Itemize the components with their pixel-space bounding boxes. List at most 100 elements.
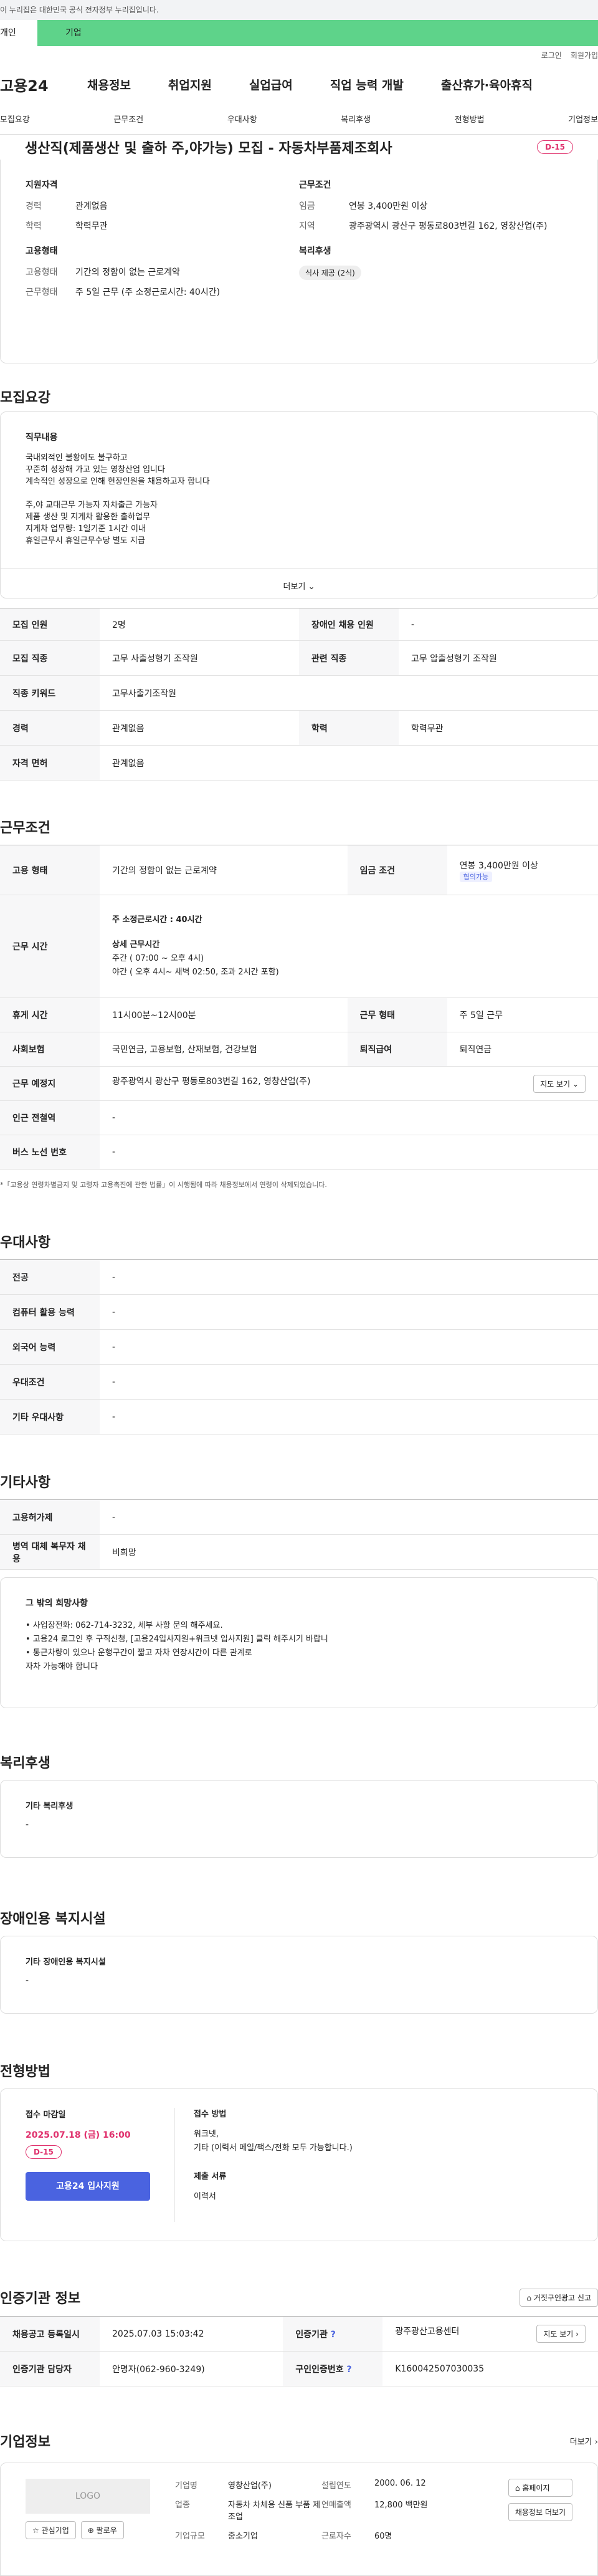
section-title-etc: 기타사항	[0, 1475, 50, 1491]
menu-unemployment[interactable]: 실업급여	[249, 76, 293, 93]
map-label: 지도 보기	[540, 1079, 571, 1089]
process-card: 접수 마감일 2025.07.18 (금) 16:00 D-15 고용24 입사…	[0, 2088, 598, 2241]
table-key: 퇴직급여	[347, 1032, 447, 1067]
subnav-recruit[interactable]: 모집요강	[0, 113, 30, 125]
table-key: 모집 직종	[0, 640, 100, 676]
star-icon: ☆	[32, 2526, 39, 2535]
table-key: 컴퓨터 활용 능력	[0, 1294, 100, 1330]
section-title-disability: 장애인용 복지시설	[0, 1911, 106, 1927]
docs-key: 제출 서류	[194, 2172, 227, 2181]
favorite-label: 관심기업	[41, 2526, 69, 2535]
table-value: 11시00분~12시00분	[100, 997, 348, 1032]
table-value: -	[100, 1259, 598, 1295]
help-icon[interactable]: ?	[331, 2330, 336, 2340]
subnav-welfare[interactable]: 복리후생	[341, 113, 371, 125]
follow-button[interactable]: ⊕ 팔로우	[80, 2521, 124, 2539]
method-line: 기타 (이력서 메일/팩스/전화 모두 가능합니다.)	[194, 2143, 353, 2153]
menu-jobs[interactable]: 채용정보	[87, 76, 131, 93]
table-value: 학력무관	[399, 710, 598, 746]
homepage-label: 홈페이지	[522, 2484, 550, 2492]
summary-value: 학력무관	[75, 221, 108, 231]
table-value: -	[100, 1364, 598, 1400]
table-value: 2025.07.03 15:03:42	[100, 2316, 283, 2352]
tab-business[interactable]: 기업	[37, 20, 598, 46]
welfare-value: -	[26, 1820, 29, 1830]
table-key: 인증기관	[295, 2329, 328, 2340]
gov-banner: 이 누리집은 대한민국 공식 전자정부 누리집입니다.	[0, 0, 598, 20]
duty-line: 계속적인 성장으로 인해 현장인원을 채용하고자 합니다	[26, 477, 210, 486]
login-link[interactable]: 로그인	[541, 51, 562, 60]
table-key: 고용허가제	[0, 1499, 100, 1535]
company-value: 2000. 06. 12	[374, 2479, 426, 2488]
etc-line: • 고용24 로그인 후 구직신청, [고용24입사지원+워크넷 입사지원] 클…	[26, 1635, 328, 1644]
work-hours: 주 소정근로시간 : 40시간	[112, 915, 202, 925]
summary-value: 광주광역시 광산구 평동로803번길 162, 영창산업(주)	[349, 221, 548, 231]
menu-employment-support[interactable]: 취업지원	[168, 76, 212, 93]
apply-button[interactable]: 고용24 입사지원	[26, 2172, 150, 2201]
more-label: 더보기	[283, 582, 306, 592]
company-value: 중소기업	[228, 2532, 258, 2541]
subnav-pref[interactable]: 우대사항	[227, 113, 257, 125]
summary-key: 경력	[26, 201, 42, 211]
favorite-button[interactable]: ☆ 관심기업	[26, 2521, 76, 2539]
table-key: 인근 전철역	[0, 1100, 100, 1135]
welfare-chip: 식사 제공 (2식)	[299, 266, 361, 280]
table-key: 구인인증번호	[295, 2364, 344, 2375]
report-button[interactable]: ⌂ 거짓구인광고 신고	[520, 2288, 598, 2307]
map-button[interactable]: 지도 보기 ›	[536, 2325, 586, 2343]
subnav-process[interactable]: 전형방법	[455, 113, 485, 125]
table-value: 주 5일 근무	[447, 997, 598, 1032]
table-key: 외국어 능력	[0, 1329, 100, 1365]
table-value: 광주광산고용센터	[395, 2327, 460, 2337]
duty-line: 꾸준히 성장해 가고 있는 영창산업 입니다	[26, 465, 165, 474]
table-key: 병역 대체 복무자 채용	[0, 1534, 100, 1570]
utility-bar: 로그인 회원가입	[0, 46, 598, 65]
table-key: 근무 예정지	[0, 1066, 100, 1101]
table-key: 경력	[0, 710, 100, 746]
summary-title: 고용형태	[26, 246, 58, 256]
summary-title: 복리후생	[299, 246, 331, 256]
duty-card: 직무내용 국내외적인 불황에도 불구하고 꾸준히 성장해 가고 있는 영창산업 …	[0, 411, 598, 598]
help-icon[interactable]: ?	[346, 2365, 351, 2375]
work-place: 광주광역시 광산구 평동로803번길 162, 영창산업(주)	[112, 1076, 311, 1087]
etc-box: 그 밖의 희망사항 • 사업장전화: 062-714-3232, 세부 사항 문…	[0, 1577, 598, 1708]
etc-line: 자차 가능해야 합니다	[26, 1662, 98, 1671]
summary-value: 관계없음	[75, 201, 108, 211]
map-label: 지도 보기	[543, 2330, 574, 2338]
tab-personal[interactable]: 개인	[0, 20, 37, 46]
duty-line: 국내외적인 불황에도 불구하고	[26, 453, 128, 463]
menu-leave[interactable]: 출산휴가·육아휴직	[441, 76, 533, 93]
table-value: 관계없음	[100, 745, 598, 781]
method-key: 접수 방법	[194, 2110, 227, 2119]
menu-training[interactable]: 직업 능력 개발	[330, 76, 404, 93]
map-button[interactable]: 지도 보기 ⌄	[533, 1074, 586, 1093]
company-key: 설립연도	[321, 2481, 351, 2491]
table-key: 버스 노선 번호	[0, 1135, 100, 1170]
audience-tabs: 개인 기업	[0, 20, 598, 46]
table-key: 전공	[0, 1259, 100, 1295]
site-logo[interactable]: 고용24	[0, 74, 50, 95]
chevron-right-icon: ›	[576, 2330, 579, 2338]
company-more-link[interactable]: 더보기 ›	[570, 2435, 598, 2447]
duty-line: 제품 생산 및 지게차 활용한 출하업무	[26, 512, 151, 522]
section-nav: 모집요강 근무조건 우대사항 복리후생 전형방법 기업정보	[0, 103, 598, 135]
salary-value: 연봉 3,400만원 이상	[459, 860, 538, 871]
subnav-work[interactable]: 근무조건	[113, 113, 143, 125]
table-key: 인증기관 담당자	[0, 2351, 100, 2386]
company-value: 자동차 차체용 신품 부품 제조업	[228, 2501, 321, 2522]
subnav-company[interactable]: 기업정보	[568, 113, 598, 125]
cert-header: 인증기관 정보 ⌂ 거짓구인광고 신고	[0, 2285, 598, 2310]
table-value: 고무 사출성형기 조작원	[100, 640, 299, 676]
signup-link[interactable]: 회원가입	[571, 51, 598, 60]
more-button[interactable]: 더보기 ⌄	[1, 568, 597, 592]
dday-badge: D-15	[26, 2145, 62, 2159]
section-title-process: 전형방법	[0, 2064, 50, 2080]
summary-title: 지원자격	[26, 180, 58, 190]
more-jobs-button[interactable]: 채용정보 더보기	[508, 2503, 572, 2521]
company-logo: LOGO	[26, 2479, 150, 2514]
table-value: 퇴직연금	[447, 1032, 598, 1067]
homepage-button[interactable]: ⌂ 홈페이지	[508, 2479, 572, 2497]
duty-line: 주,야 교대근무 가능자 자차출근 가능자	[26, 501, 158, 510]
company-more-label: 더보기	[569, 2437, 592, 2447]
summary-key: 고용형태	[26, 267, 58, 277]
